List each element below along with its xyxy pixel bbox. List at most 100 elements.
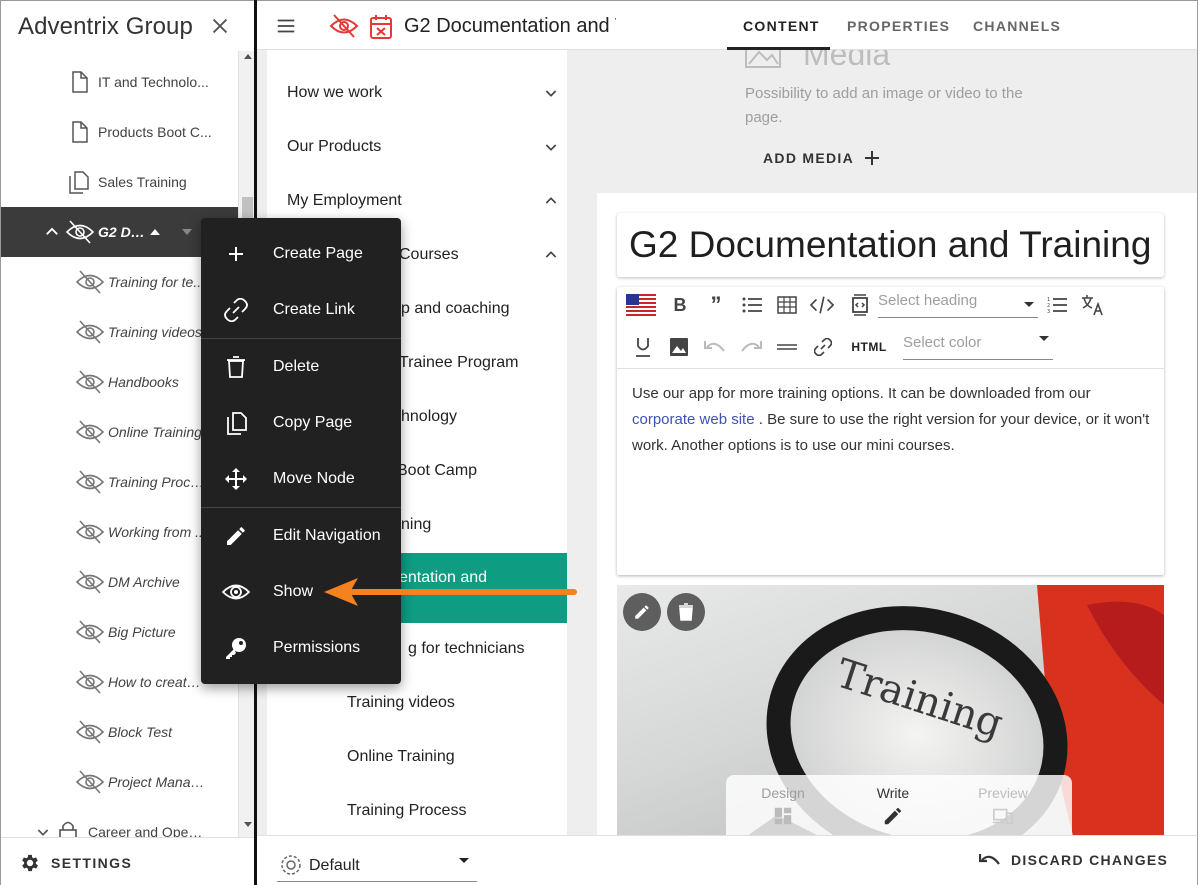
nav-item-label: Courses bbox=[399, 246, 459, 263]
link-icon[interactable] bbox=[811, 335, 835, 359]
nav-item-label: hnology bbox=[401, 408, 458, 425]
scroll-down-arrow-icon[interactable] bbox=[244, 822, 252, 827]
heading-select[interactable]: Select heading bbox=[878, 292, 1038, 318]
design-mode-label: Design bbox=[761, 785, 805, 801]
trash-icon bbox=[227, 356, 245, 378]
nav-item[interactable]: Training Process bbox=[267, 784, 567, 835]
nav-item[interactable]: How we work bbox=[267, 66, 567, 120]
document-icon bbox=[72, 121, 88, 143]
delete-menu-item[interactable]: Delete bbox=[201, 339, 401, 395]
caret-up-icon[interactable] bbox=[148, 225, 162, 239]
color-select-placeholder: Select color bbox=[903, 334, 982, 351]
heading-select-caret-icon bbox=[1024, 302, 1034, 307]
tree-item[interactable]: Block Test bbox=[1, 707, 238, 757]
hidden-icon bbox=[75, 670, 105, 694]
embed-block-icon[interactable] bbox=[848, 293, 872, 317]
color-select[interactable]: Select color bbox=[903, 334, 1053, 360]
chevron-down-icon[interactable] bbox=[543, 85, 559, 101]
chevron-up-icon[interactable] bbox=[543, 193, 559, 209]
tree-item[interactable]: Career and Open ... bbox=[1, 807, 238, 837]
link-icon bbox=[224, 298, 248, 322]
pencil-icon bbox=[884, 807, 902, 825]
settings-button[interactable]: SETTINGS bbox=[19, 852, 132, 874]
tree-item-label: Block Test bbox=[108, 724, 173, 740]
table-icon[interactable] bbox=[775, 293, 799, 317]
nav-item-label: My Employment bbox=[287, 192, 402, 209]
tree-item-label: How to create ... bbox=[108, 674, 208, 690]
add-media-button[interactable]: ADD MEDIA bbox=[763, 150, 880, 166]
nav-item-label: Online Training bbox=[347, 748, 455, 765]
heading-block[interactable]: G2 Documentation and Training bbox=[617, 213, 1164, 277]
menu-item-label: Create Link bbox=[273, 301, 355, 318]
delete-image-button[interactable] bbox=[667, 593, 705, 631]
tree-item[interactable]: Products Boot C... bbox=[1, 107, 238, 157]
documents-icon bbox=[69, 171, 89, 194]
menu-item-label: Edit Navigation bbox=[273, 527, 381, 544]
translate-icon[interactable] bbox=[1081, 293, 1105, 317]
copy-page-menu-item[interactable]: Copy Page bbox=[201, 395, 401, 451]
profile-select[interactable]: Default bbox=[277, 842, 477, 882]
preview-mode-label: Preview bbox=[978, 785, 1028, 801]
page-heading[interactable]: G2 Documentation and Training bbox=[629, 224, 1151, 266]
svg-text:3: 3 bbox=[1047, 309, 1050, 314]
quote-icon[interactable]: ” bbox=[704, 292, 728, 317]
corporate-web-site-link[interactable]: corporate web site bbox=[632, 411, 755, 428]
html-button[interactable]: HTML bbox=[847, 335, 891, 359]
plus-icon bbox=[865, 151, 880, 165]
tree-item-label: Handbooks bbox=[108, 374, 179, 390]
tree-item-label: Products Boot C... bbox=[98, 124, 212, 140]
plus-icon bbox=[229, 247, 243, 261]
us-flag-language-icon[interactable] bbox=[625, 293, 657, 317]
move-node-menu-item[interactable]: Move Node bbox=[201, 451, 401, 507]
nav-item-label: Trainee Program bbox=[399, 354, 519, 371]
chevron-down-icon[interactable] bbox=[543, 139, 559, 155]
nav-item[interactable]: Our Products bbox=[267, 120, 567, 174]
editor-body[interactable]: Use our app for more training options. I… bbox=[632, 381, 1152, 459]
tree-item[interactable]: Sales Training bbox=[1, 157, 238, 207]
undo-icon[interactable] bbox=[703, 335, 727, 359]
scroll-up-arrow-icon[interactable] bbox=[244, 54, 252, 59]
create-link-menu-item[interactable]: Create Link bbox=[201, 282, 401, 338]
menu-item-label: Delete bbox=[273, 358, 320, 375]
write-mode-button[interactable]: Write bbox=[848, 785, 938, 827]
discard-changes-button[interactable]: DISCARD CHANGES bbox=[979, 852, 1168, 868]
nav-item-label: g for technicians bbox=[408, 640, 525, 657]
copy-icon bbox=[227, 412, 247, 435]
caret-down-icon[interactable] bbox=[180, 225, 194, 239]
tree-item-label: IT and Technolo... bbox=[98, 74, 209, 90]
permissions-menu-item[interactable]: Permissions bbox=[201, 620, 401, 676]
design-mode-button[interactable]: Design bbox=[738, 785, 828, 827]
page-content-card: G2 Documentation and Training B ” Select… bbox=[597, 193, 1197, 835]
tree-item[interactable]: IT and Technolo... bbox=[1, 57, 238, 107]
insert-image-icon[interactable] bbox=[667, 335, 691, 359]
editor-toolbar: B ” Select heading 123 HTML Select color bbox=[617, 287, 1164, 369]
tab-properties[interactable]: PROPERTIES bbox=[847, 18, 950, 34]
bulleted-list-icon[interactable] bbox=[740, 293, 764, 317]
chevron-down-icon[interactable] bbox=[35, 824, 51, 837]
menu-item-label: Move Node bbox=[273, 470, 355, 487]
write-mode-label: Write bbox=[876, 785, 910, 801]
edit-navigation-menu-item[interactable]: Edit Navigation bbox=[201, 508, 401, 564]
profile-gear-icon bbox=[281, 855, 301, 875]
chevron-up-icon[interactable] bbox=[543, 247, 559, 263]
bold-icon[interactable]: B bbox=[668, 293, 692, 317]
preview-mode-button[interactable]: Preview bbox=[958, 785, 1048, 827]
tab-content[interactable]: CONTENT bbox=[743, 18, 820, 34]
tree-item[interactable]: Project Manag... bbox=[1, 757, 238, 807]
tab-channels[interactable]: CHANNELS bbox=[973, 18, 1061, 34]
redo-icon[interactable] bbox=[739, 335, 763, 359]
close-icon[interactable] bbox=[209, 15, 231, 37]
code-icon[interactable] bbox=[810, 293, 834, 317]
numbered-list-icon[interactable]: 123 bbox=[1045, 293, 1069, 317]
underline-icon[interactable] bbox=[631, 335, 655, 359]
chevron-up-icon[interactable] bbox=[43, 223, 61, 241]
nav-item[interactable]: Online Training bbox=[267, 730, 567, 784]
horizontal-rule-icon[interactable] bbox=[775, 335, 799, 359]
hidden-icon bbox=[75, 420, 105, 444]
media-description: Possibility to add an image or video to … bbox=[745, 85, 1023, 126]
edit-image-button[interactable] bbox=[623, 593, 661, 631]
nav-item[interactable]: Training videos bbox=[267, 676, 567, 730]
hidden-icon bbox=[75, 770, 105, 794]
hamburger-menu-icon[interactable] bbox=[275, 15, 297, 37]
create-page-menu-item[interactable]: Create Page bbox=[201, 226, 401, 282]
